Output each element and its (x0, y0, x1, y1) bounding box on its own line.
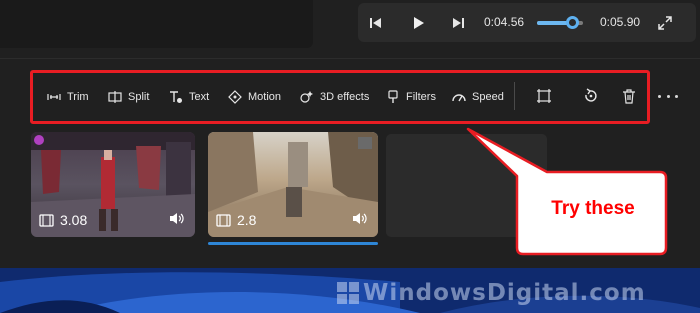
clip-duration-1: 3.08 (60, 212, 88, 228)
volume-icon[interactable] (352, 211, 369, 226)
clip-toolbar: Trim Split Text Motion 3D effects Filter… (30, 70, 650, 124)
next-frame-icon[interactable] (449, 14, 467, 32)
clip-duration-2: 2.8 (237, 212, 257, 228)
highlight-box (30, 70, 650, 124)
seek-slider[interactable] (537, 16, 583, 29)
fullscreen-icon[interactable] (656, 14, 674, 32)
clip-info-1: 3.08 (39, 212, 87, 228)
seek-slider-thumb[interactable] (565, 16, 579, 29)
previous-frame-icon[interactable] (367, 14, 385, 32)
preview-area (0, 0, 313, 48)
film-icon (216, 213, 231, 227)
volume-icon[interactable] (169, 211, 186, 226)
watermark-logo-icon (337, 282, 359, 304)
current-time: 0:04.56 (484, 15, 525, 29)
storyboard-clip-2[interactable]: 2.8 (208, 132, 378, 237)
film-icon (39, 213, 54, 227)
more-icon (658, 94, 661, 98)
callout-text: Try these (551, 198, 635, 219)
total-time: 0:05.90 (600, 15, 641, 29)
storyboard-clip-1[interactable]: 3.08 (31, 132, 195, 237)
more-options-button[interactable] (658, 88, 678, 104)
playback-controls: 0:04.56 0:05.90 (358, 3, 696, 42)
play-icon[interactable] (409, 14, 427, 32)
clip-info-2: 2.8 (216, 212, 256, 228)
empty-clip-slot[interactable] (386, 134, 547, 237)
divider (0, 58, 700, 59)
watermark: WindowsDigital.com (363, 280, 646, 306)
clip-selection-indicator (208, 242, 378, 245)
